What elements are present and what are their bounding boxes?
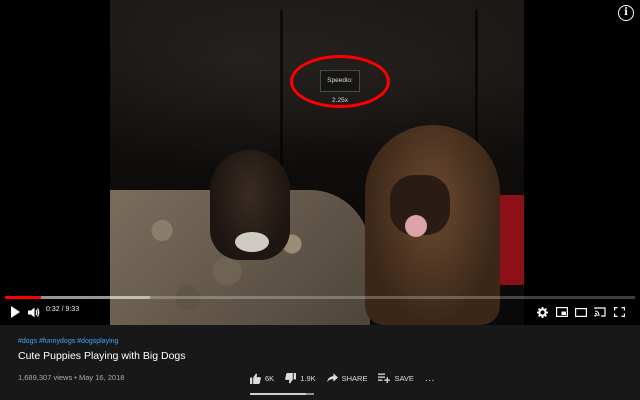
sentiment-bar-likes [250, 393, 306, 395]
video-actions: 6K 1.9K SHARE SAVE ... [250, 371, 446, 385]
cast-icon [594, 307, 606, 317]
video-title: Cute Puppies Playing with Big Dogs [18, 350, 186, 362]
like-count: 6K [265, 373, 275, 383]
theater-mode-icon [575, 307, 587, 317]
share-button[interactable]: SHARE [326, 373, 368, 383]
annotation-circle [290, 55, 390, 108]
miniplayer-icon [556, 307, 568, 317]
video-frame[interactable] [110, 0, 524, 325]
volume-button[interactable] [26, 302, 42, 322]
time-display: 0:32 / 9:33 [46, 306, 80, 313]
more-icon: ... [424, 372, 435, 384]
puppy-chest [235, 232, 269, 252]
video-player[interactable]: Speedio: 2.25x i 0:32 / 9:33 [0, 0, 640, 325]
more-actions-button[interactable]: ... [425, 373, 435, 384]
couch-seam [280, 10, 283, 180]
fullscreen-button[interactable] [612, 302, 626, 322]
hashtags-link[interactable]: #dogs #funnydogs #dogsplaying [18, 338, 118, 345]
dislike-count: 1.9K [300, 373, 316, 383]
dog-tongue [405, 215, 427, 237]
video-info: #dogs #funnydogs #dogsplaying Cute Puppi… [0, 325, 640, 400]
playlist-add-icon [378, 373, 391, 383]
fullscreen-icon [613, 307, 625, 317]
view-count-date: 1,689,307 views • May 16, 2018 [18, 373, 125, 382]
cast-button[interactable] [593, 302, 607, 322]
save-label: SAVE [394, 373, 414, 383]
like-button[interactable]: 6K [250, 372, 275, 384]
volume-icon [28, 307, 40, 317]
share-icon [326, 373, 338, 383]
settings-button[interactable] [535, 302, 549, 322]
thumbs-up-icon [250, 372, 261, 384]
dislike-button[interactable]: 1.9K [285, 372, 316, 384]
progress-bar[interactable] [5, 296, 635, 299]
thumbs-down-icon [285, 372, 297, 384]
miniplayer-button[interactable] [555, 302, 569, 322]
sentiment-bar [250, 393, 314, 395]
play-icon [11, 306, 20, 318]
settings-icon [536, 306, 548, 318]
theater-mode-button[interactable] [574, 302, 588, 322]
play-button[interactable] [6, 302, 24, 322]
share-label: SHARE [341, 373, 368, 383]
info-icon[interactable]: i [618, 5, 634, 21]
player-controls: 0:32 / 9:33 [0, 302, 640, 322]
progress-played [5, 296, 41, 299]
save-button[interactable]: SAVE [378, 373, 414, 383]
